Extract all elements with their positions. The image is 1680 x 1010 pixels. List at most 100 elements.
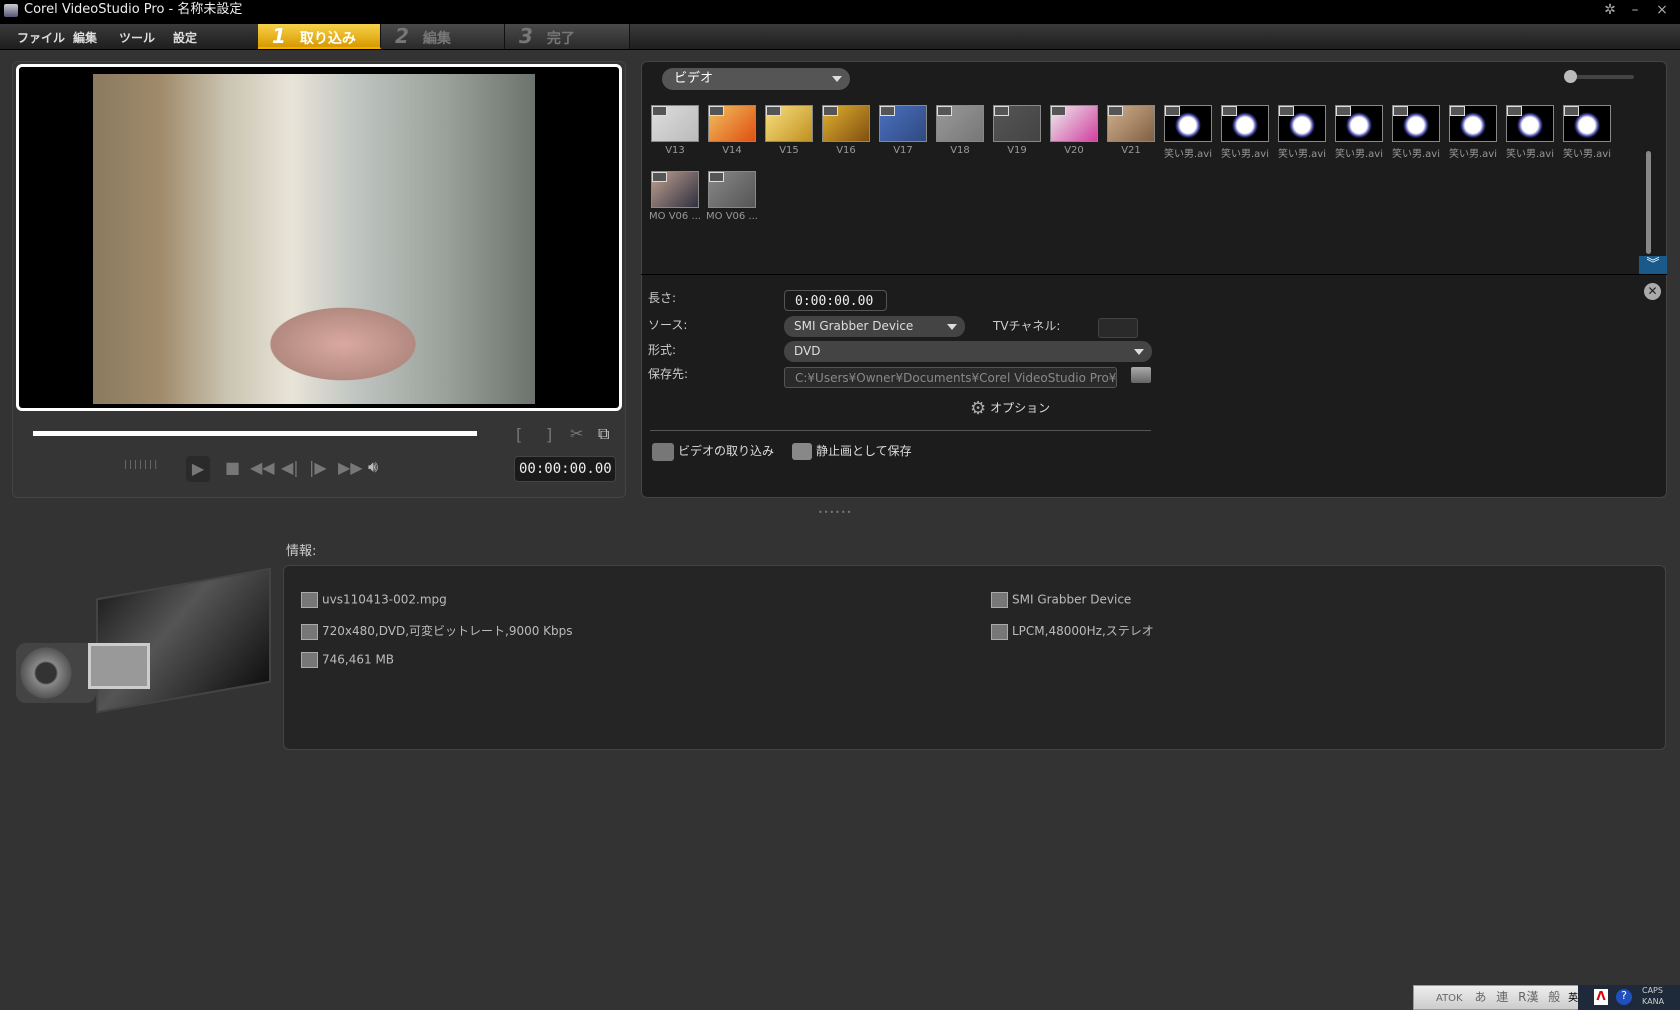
media-type-value: ビデオ [674, 71, 714, 86]
library-thumbnail[interactable] [1449, 105, 1497, 142]
menu-edit[interactable]: 編集 [73, 29, 97, 46]
film-icon [1393, 106, 1408, 116]
library-thumbnail[interactable] [936, 105, 984, 142]
timecode-field[interactable]: 00:00:00.00 [514, 456, 616, 482]
library-thumbnail[interactable] [1221, 105, 1269, 142]
info-filename: uvs110413-002.mpg [301, 592, 447, 608]
settings-icon[interactable]: ✲ [1600, 2, 1620, 18]
save-still-button[interactable]: 静止画として保存 [792, 442, 912, 460]
stop-button[interactable]: ■ [225, 458, 240, 477]
separator [650, 430, 1151, 431]
library-thumbnail[interactable] [765, 105, 813, 142]
jog-slider[interactable]: ||||||| [124, 460, 159, 470]
tab-share[interactable]: 3 完了 [505, 24, 630, 49]
thumbnail-label: V13 [665, 145, 685, 156]
info-audio: LPCM,48000Hz,ステレオ [991, 622, 1154, 640]
folder-icon[interactable] [1131, 367, 1151, 383]
fast-forward-button[interactable]: ▶▶ [338, 458, 363, 477]
library-scrollbar[interactable] [1646, 151, 1651, 254]
capture-video-label: ビデオの取り込み [678, 444, 775, 458]
scrub-bar[interactable] [33, 431, 477, 436]
resize-grip[interactable]: •••••• [818, 508, 852, 517]
ime-general[interactable]: 般 [1548, 990, 1560, 1004]
film-icon [1108, 106, 1123, 116]
camcorder-record-icon [652, 442, 674, 461]
thumbnail-label: 笑い男.avi [1163, 149, 1212, 160]
step-number: 3 [519, 24, 533, 48]
menu-file[interactable]: ファイル [17, 29, 65, 46]
video-info-icon [301, 623, 318, 640]
prev-frame-button[interactable]: ◀| [281, 458, 299, 477]
media-type-dropdown[interactable]: ビデオ [662, 68, 850, 90]
library-thumbnail[interactable] [651, 171, 699, 208]
length-field[interactable]: 0:00:00.00 [784, 290, 887, 311]
ime-atok[interactable]: ATOK [1436, 993, 1463, 1004]
tv-channel-stepper[interactable] [1098, 318, 1138, 338]
info-label: 情報: [286, 544, 317, 559]
library-thumbnail[interactable] [1164, 105, 1212, 142]
minimize-button[interactable]: – [1625, 2, 1645, 18]
capture-video-button[interactable]: ビデオの取り込み [652, 442, 774, 461]
close-window-button[interactable]: × [1652, 2, 1672, 18]
save-path-field[interactable]: C:¥Users¥Owner¥Documents¥Corel VideoStud… [784, 367, 1117, 388]
kana-indicator: KANA [1642, 997, 1665, 1006]
library-thumbnail[interactable] [708, 171, 756, 208]
trim-in-button[interactable]: [ [516, 425, 522, 444]
tab-label: 完了 [546, 31, 575, 47]
library-thumbnail[interactable] [1107, 105, 1155, 142]
ime-hiragana[interactable]: あ [1474, 990, 1486, 1004]
step-number: 1 [272, 24, 286, 48]
library-thumbnail[interactable] [822, 105, 870, 142]
menu-tools[interactable]: ツール [119, 29, 155, 46]
tab-capture[interactable]: 1 取り込み [258, 24, 381, 49]
video-frame-image [93, 74, 535, 404]
library-thumbnail[interactable] [1563, 105, 1611, 142]
tab-edit[interactable]: 2 編集 [381, 24, 505, 49]
film-icon [766, 106, 781, 116]
next-frame-button[interactable]: |▶ [309, 458, 327, 477]
thumbnail-label: 笑い男.avi [1505, 149, 1554, 160]
film-icon [1279, 106, 1294, 116]
volume-icon[interactable]: 🔊︎ [368, 457, 378, 477]
expand-chevron-icon[interactable]: ︾ [1639, 256, 1667, 274]
library-thumbnail[interactable] [879, 105, 927, 142]
play-button[interactable]: ▶ [186, 456, 210, 482]
library-thumbnail[interactable] [1050, 105, 1098, 142]
library-thumbnail[interactable] [993, 105, 1041, 142]
thumbnail-label: 笑い男.avi [1448, 149, 1497, 160]
library-thumbnail[interactable] [1335, 105, 1383, 142]
source-value: SMI Grabber Device [794, 319, 914, 333]
device-value: SMI Grabber Device [1012, 592, 1132, 607]
chevron-down-icon [947, 324, 957, 330]
library-thumbnail[interactable] [1506, 105, 1554, 142]
step-number: 2 [395, 24, 409, 48]
atok-logo-icon[interactable]: Λ [1594, 989, 1608, 1005]
ime-english[interactable]: 英 [1568, 993, 1578, 1004]
trim-out-button[interactable]: ] [546, 425, 552, 444]
rewind-button[interactable]: ◀◀ [250, 458, 275, 477]
options-button[interactable]: ⚙ オプション [970, 398, 1050, 419]
close-icon[interactable]: ✕ [1644, 283, 1661, 300]
menu-settings[interactable]: 設定 [173, 29, 197, 46]
video-props-value: 720x480,DVD,可変ビットレート,9000 Kbps [322, 624, 573, 638]
ime-kanji[interactable]: R漢 [1518, 990, 1538, 1004]
library-thumbnail[interactable] [651, 105, 699, 142]
format-dropdown[interactable]: DVD [784, 341, 1152, 362]
slider-knob[interactable] [1564, 70, 1577, 83]
help-icon[interactable]: ? [1616, 989, 1632, 1005]
disk-clock-icon [301, 652, 318, 668]
film-icon [1507, 106, 1522, 116]
info-video-props: 720x480,DVD,可変ビットレート,9000 Kbps [301, 622, 573, 640]
audio-info-icon [991, 623, 1008, 640]
library-thumbnail[interactable] [708, 105, 756, 142]
source-dropdown[interactable]: SMI Grabber Device [784, 316, 965, 337]
enlarge-icon[interactable]: ⧉ [598, 424, 609, 444]
library-thumbnail[interactable] [1392, 105, 1440, 142]
library-thumbnail[interactable] [1278, 105, 1326, 142]
film-icon [994, 106, 1009, 116]
tab-label: 取り込み [299, 31, 356, 47]
thumbnail-label: 笑い男.avi [1277, 149, 1326, 160]
ime-conversion[interactable]: 連 [1496, 990, 1508, 1004]
film-icon [709, 106, 724, 116]
cut-icon[interactable]: ✂ [570, 424, 583, 443]
